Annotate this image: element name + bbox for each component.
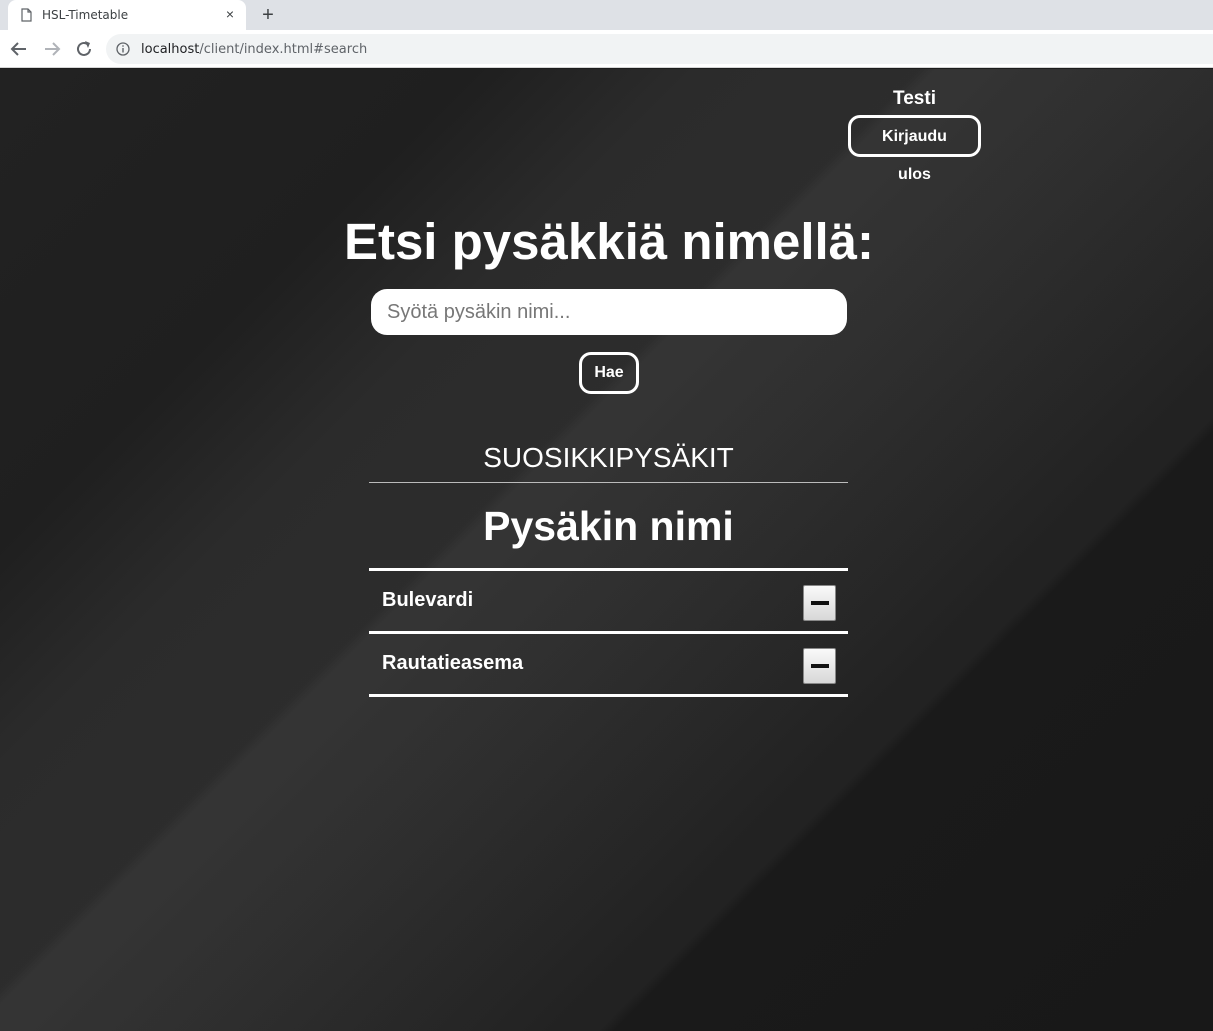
browser-tabbar: HSL-Timetable × + — [0, 0, 1213, 30]
stop-name-header: Pysäkin nimi — [369, 501, 848, 571]
forward-arrow-icon[interactable] — [42, 39, 62, 59]
info-icon[interactable] — [116, 42, 130, 56]
browser-tab[interactable]: HSL-Timetable × — [8, 0, 246, 30]
stop-search-input[interactable] — [371, 289, 847, 335]
favorite-stop-row[interactable]: Bulevardi — [369, 571, 848, 634]
minus-icon — [811, 664, 829, 668]
remove-favorite-button[interactable] — [803, 648, 836, 684]
minus-icon — [811, 601, 829, 605]
close-icon[interactable]: × — [222, 6, 238, 22]
reload-icon[interactable] — [74, 39, 94, 59]
new-tab-icon[interactable]: + — [258, 5, 278, 25]
url-path: /client/index.html#search — [199, 42, 368, 57]
stop-name[interactable]: Bulevardi — [382, 588, 473, 612]
page-content: Testi Kirjaudu ulos Etsi pysäkkiä nimell… — [0, 69, 1213, 1031]
stop-name[interactable]: Rautatieasema — [382, 651, 523, 675]
favorites-section: SUOSIKKIPYSÄKIT Pysäkin nimi Bulevardi R… — [369, 439, 848, 697]
remove-favorite-button[interactable] — [803, 585, 836, 621]
address-bar[interactable]: localhost/client/index.html#search — [106, 34, 1213, 64]
url-text[interactable]: localhost/client/index.html#search — [141, 42, 367, 57]
search-button[interactable]: Hae — [579, 352, 639, 394]
user-panel: Testi Kirjaudu ulos — [848, 87, 981, 184]
logout-button[interactable]: Kirjaudu ulos — [848, 115, 981, 183]
username: Testi — [893, 88, 936, 109]
page-icon — [21, 8, 32, 22]
favorites-title: SUOSIKKIPYSÄKIT — [369, 439, 848, 483]
back-arrow-icon[interactable] — [9, 39, 29, 59]
favorite-stop-row[interactable]: Rautatieasema — [369, 634, 848, 697]
browser-toolbar: localhost/client/index.html#search — [0, 30, 1213, 68]
page-title: Etsi pysäkkiä nimellä: — [343, 213, 875, 270]
url-host: localhost — [141, 42, 200, 57]
tab-title: HSL-Timetable — [42, 8, 129, 22]
